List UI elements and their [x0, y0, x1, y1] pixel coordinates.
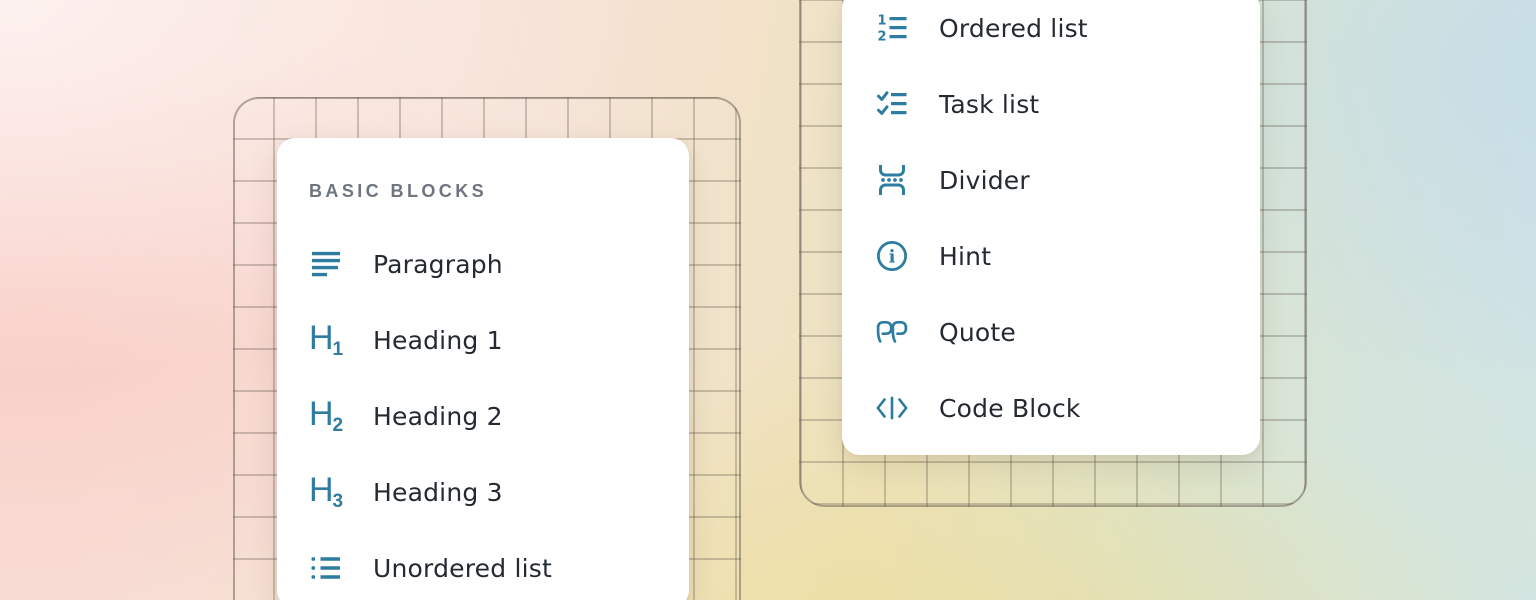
task-list-icon: [876, 87, 908, 121]
heading-1-icon: H1: [310, 323, 342, 357]
code-block-icon: [876, 391, 908, 425]
menu-item-heading-3[interactable]: H3 Heading 3: [277, 454, 689, 530]
menu-item-label: Heading 2: [373, 402, 503, 431]
svg-text:i: i: [889, 247, 896, 268]
ordered-list-icon: 1 2: [876, 11, 908, 45]
menu-item-label: Heading 3: [373, 478, 503, 507]
menu-item-heading-2[interactable]: H2 Heading 2: [277, 378, 689, 454]
unordered-list-icon: [310, 551, 342, 585]
menu-item-ordered-list[interactable]: 1 2 Ordered list: [842, 0, 1260, 66]
menu-item-unordered-list[interactable]: Unordered list: [277, 530, 689, 600]
menu-item-label: Ordered list: [939, 14, 1088, 43]
menu-item-label: Paragraph: [373, 250, 503, 279]
paragraph-icon: [310, 247, 342, 281]
svg-text:2: 2: [877, 30, 886, 43]
menu-item-quote[interactable]: Quote: [842, 294, 1260, 370]
menu-item-label: Task list: [939, 90, 1039, 119]
divider-icon: [876, 163, 908, 197]
heading-2-icon: H2: [310, 399, 342, 433]
menu-item-label: Divider: [939, 166, 1030, 195]
menu-item-code-block[interactable]: Code Block: [842, 370, 1260, 446]
menu-item-heading-1[interactable]: H1 Heading 1: [277, 302, 689, 378]
page-background: BASIC BLOCKS Paragraph H1 Heading 1 H2 H…: [0, 0, 1536, 600]
heading-3-icon: H3: [310, 475, 342, 509]
menu-item-hint[interactable]: i Hint: [842, 218, 1260, 294]
menu-item-label: Unordered list: [373, 554, 552, 583]
menu-item-label: Heading 1: [373, 326, 503, 355]
section-title: BASIC BLOCKS: [309, 178, 689, 204]
quote-icon: [876, 315, 908, 349]
menu-item-task-list[interactable]: Task list: [842, 66, 1260, 142]
menu-item-label: Code Block: [939, 394, 1081, 423]
menu-item-paragraph[interactable]: Paragraph: [277, 226, 689, 302]
menu-item-label: Quote: [939, 318, 1016, 347]
blocks-menu-continued: 1 2 Ordered list Task list: [842, 0, 1260, 455]
basic-blocks-menu: BASIC BLOCKS Paragraph H1 Heading 1 H2 H…: [277, 138, 689, 600]
svg-text:1: 1: [877, 14, 886, 29]
menu-item-label: Hint: [939, 242, 991, 271]
hint-icon: i: [876, 239, 908, 273]
menu-item-divider[interactable]: Divider: [842, 142, 1260, 218]
